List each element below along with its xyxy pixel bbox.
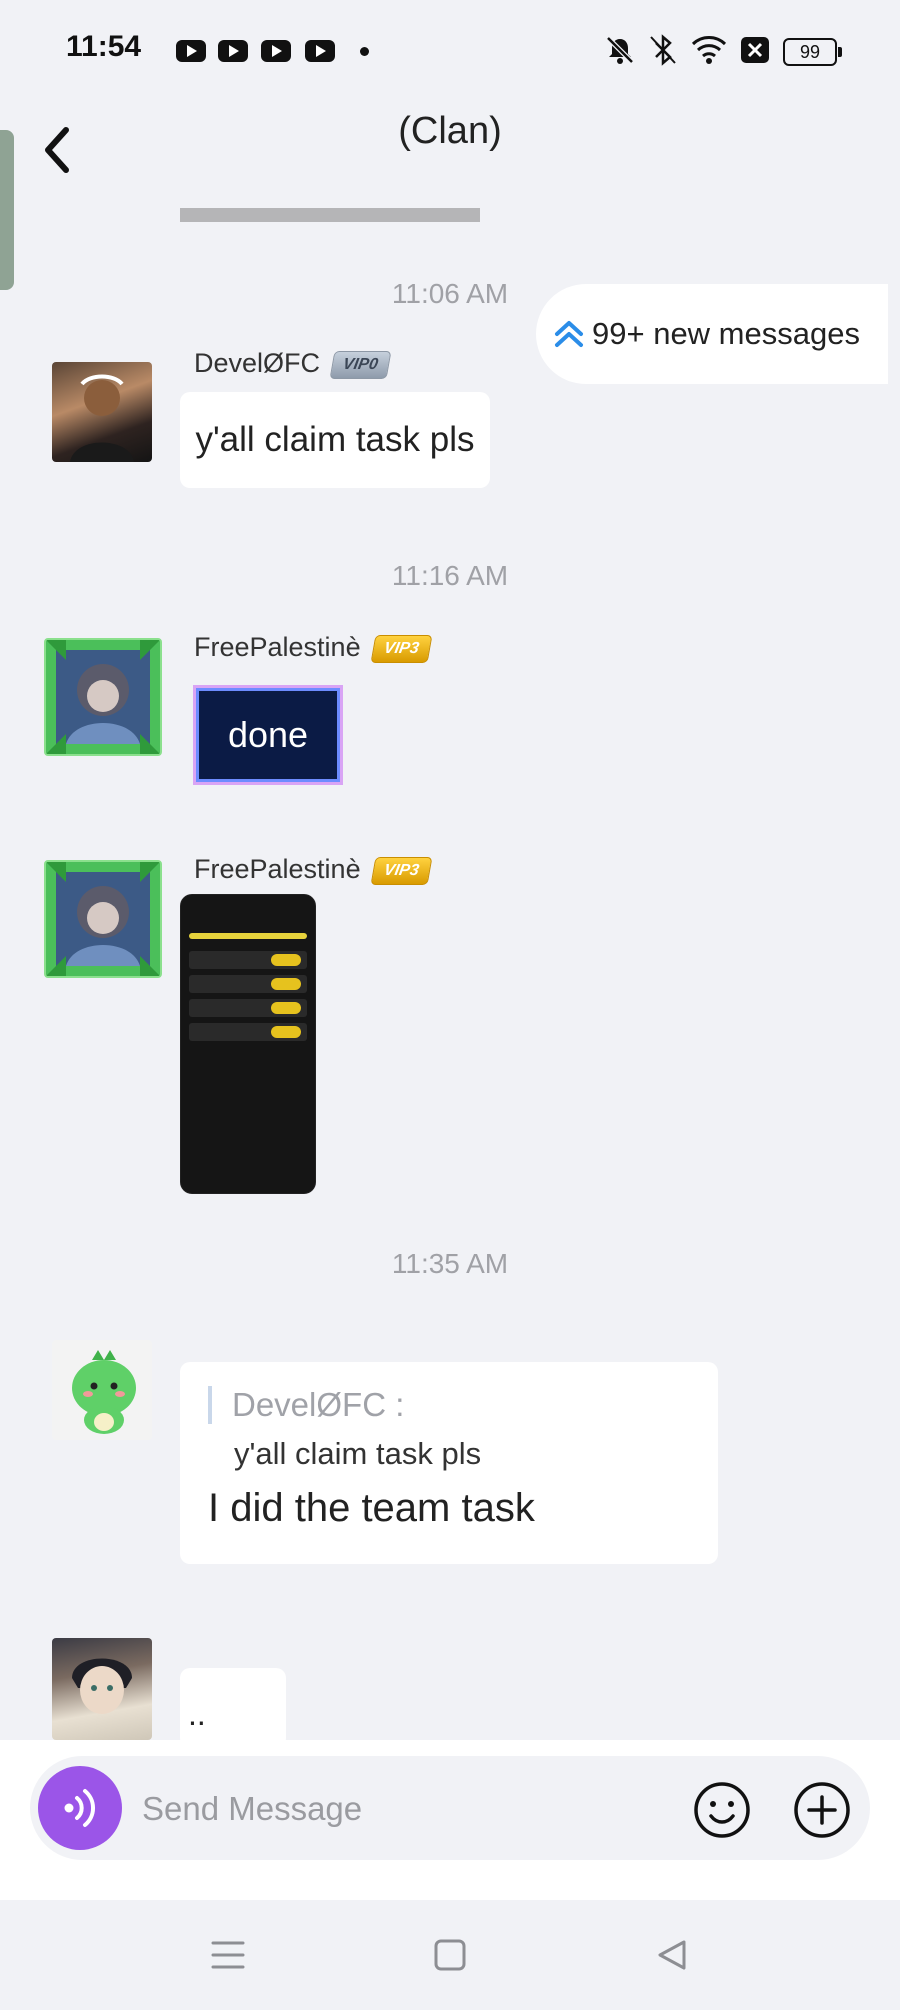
screenshot-row bbox=[189, 999, 307, 1017]
vip-badge: VIP3 bbox=[370, 856, 432, 885]
timestamp: 11:35 AM bbox=[391, 1248, 509, 1279]
emoji-icon[interactable] bbox=[692, 1780, 752, 1840]
back-triangle-icon bbox=[658, 1940, 686, 1970]
bluetooth-icon bbox=[650, 34, 676, 66]
reply-message-bubble[interactable]: DevelØFC : y'all claim task pls I did th… bbox=[180, 1362, 718, 1564]
avatar[interactable] bbox=[52, 1340, 152, 1440]
avatar-anime-boy bbox=[72, 1658, 132, 1714]
screenshot-row bbox=[189, 951, 307, 969]
new-messages-label: 99+ new messages bbox=[592, 316, 860, 351]
home-button[interactable] bbox=[420, 1930, 480, 1980]
announcement-bar bbox=[180, 208, 480, 222]
avatar-photo bbox=[70, 374, 134, 462]
message-username[interactable]: FreePalestinè VIP3 bbox=[194, 854, 432, 885]
side-tab-handle[interactable] bbox=[0, 130, 14, 290]
avatar[interactable] bbox=[52, 1638, 152, 1740]
image-attachment[interactable] bbox=[180, 894, 316, 1194]
avatar[interactable] bbox=[44, 860, 162, 978]
message-username[interactable]: DevelØFC VIP0 bbox=[194, 348, 392, 379]
notification-dot bbox=[360, 47, 369, 56]
wifi-icon bbox=[691, 36, 727, 64]
back-button[interactable] bbox=[642, 1930, 702, 1980]
add-attachment-icon[interactable] bbox=[792, 1780, 852, 1840]
home-square-icon bbox=[434, 1939, 466, 1971]
quoted-text: y'all claim task pls bbox=[234, 1436, 482, 1471]
screenshot-header bbox=[189, 933, 307, 939]
avatar-anime-frame bbox=[46, 862, 160, 976]
recent-apps-button[interactable] bbox=[198, 1930, 258, 1980]
avatar[interactable] bbox=[44, 638, 162, 756]
youtube-icon bbox=[218, 40, 248, 62]
double-chevron-up-icon bbox=[555, 321, 583, 347]
dinosaur-avatar-icon bbox=[72, 1350, 136, 1434]
avatar-anime-frame bbox=[46, 640, 160, 754]
quoted-username: DevelØFC : bbox=[208, 1386, 404, 1424]
avatar[interactable] bbox=[52, 362, 152, 462]
menu-lines-icon bbox=[211, 1941, 245, 1969]
page-title: (Clan) bbox=[398, 110, 502, 152]
youtube-icon bbox=[176, 40, 206, 62]
voice-button[interactable] bbox=[38, 1766, 122, 1850]
status-time: 11:54 bbox=[66, 30, 142, 63]
mute-icon bbox=[606, 36, 634, 64]
vip-badge: VIP0 bbox=[329, 350, 392, 379]
new-messages-button[interactable]: 99+ new messages bbox=[536, 284, 888, 384]
sim-icon bbox=[741, 37, 769, 63]
screenshot-row bbox=[189, 975, 307, 993]
battery-icon: 99 bbox=[783, 38, 842, 66]
timestamp: 11:16 AM bbox=[391, 560, 509, 591]
screenshot-row bbox=[189, 1023, 307, 1041]
youtube-icon bbox=[261, 40, 291, 62]
message-bubble[interactable]: done bbox=[196, 688, 340, 782]
reply-text: I did the team task bbox=[208, 1486, 535, 1530]
message-username[interactable]: FreePalestinè VIP3 bbox=[194, 632, 432, 663]
voice-waves-icon bbox=[64, 1789, 96, 1827]
send-message-input[interactable] bbox=[140, 1782, 664, 1836]
vip-badge: VIP3 bbox=[370, 634, 432, 663]
message-bubble[interactable]: y'all claim task pls bbox=[180, 392, 490, 488]
youtube-icon bbox=[305, 40, 335, 62]
message-bubble[interactable]: .. bbox=[180, 1668, 286, 1748]
